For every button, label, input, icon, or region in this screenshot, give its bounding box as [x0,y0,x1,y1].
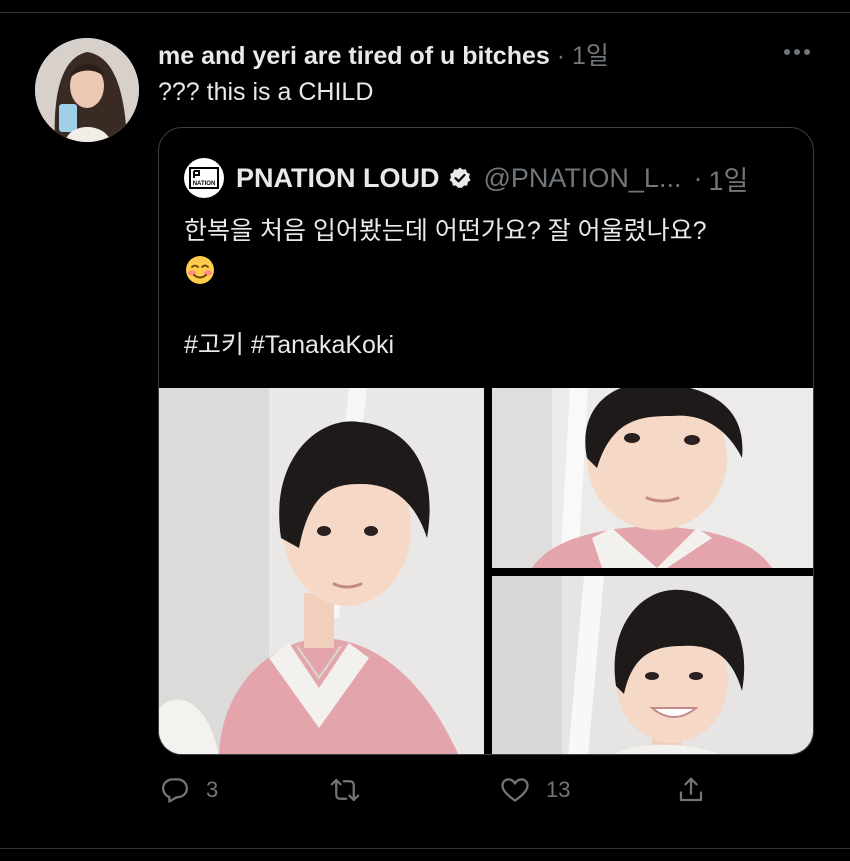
author-name[interactable]: me and yeri are tired of u bitches [158,42,550,70]
tweet-timestamp[interactable]: 1일 [572,42,609,70]
photo-image [159,388,484,754]
pnation-logo-icon: NATION [189,167,219,189]
quoted-hashtags[interactable]: #고키 #TanakaKoki [184,326,794,364]
quoted-tweet[interactable]: NATION PNATION LOUD @PNATION_L... · 1일 한… [158,127,814,755]
more-options-icon[interactable] [778,38,816,66]
smiling-face-emoji [184,250,794,288]
media-grid [159,388,813,754]
quoted-timestamp[interactable]: 1일 [708,159,748,198]
quoted-avatar[interactable]: NATION [184,158,224,198]
reply-button[interactable]: 3 [160,775,218,805]
quoted-separator-dot: · [693,162,703,193]
retweet-icon [330,778,360,802]
share-icon [679,777,703,802]
media-photo-2[interactable] [492,388,813,568]
quoted-handle[interactable]: @PNATION_L... [484,163,682,194]
verified-badge-icon [449,167,470,188]
heart-icon [501,778,529,802]
quoted-author-name[interactable]: PNATION LOUD [236,163,440,194]
top-divider [0,12,850,13]
tweet-text: ??? this is a CHILD [158,78,374,106]
tweet-header: me and yeri are tired of u bitches · 1일 [158,36,609,72]
separator-dot: · [556,42,566,70]
avatar[interactable] [35,38,139,142]
media-photo-3[interactable] [492,576,813,754]
quoted-text-line: 한복을 처음 입어봤는데 어떤가요? 잘 어울렸나요? [184,217,707,245]
tweet-actions-bar: 3 13 [0,775,850,815]
retweet-button[interactable] [330,775,376,805]
reply-count: 3 [206,777,219,802]
smiling-face-icon [186,256,214,285]
like-button[interactable]: 13 [500,775,570,805]
pnation-logo-text: NATION [193,181,216,187]
reply-icon [162,778,188,803]
share-button[interactable] [676,775,706,805]
photo-image [492,576,813,754]
media-photo-1[interactable] [159,388,484,754]
photo-image [492,388,813,568]
like-count: 13 [546,777,571,802]
avatar-photo [35,38,139,142]
quoted-tweet-text: 한복을 처음 입어봤는데 어떤가요? 잘 어울렸나요? #고키 #TanakaK… [184,212,794,364]
bottom-divider [0,848,850,849]
quoted-tweet-header: NATION PNATION LOUD @PNATION_L... · 1일 [184,158,748,198]
